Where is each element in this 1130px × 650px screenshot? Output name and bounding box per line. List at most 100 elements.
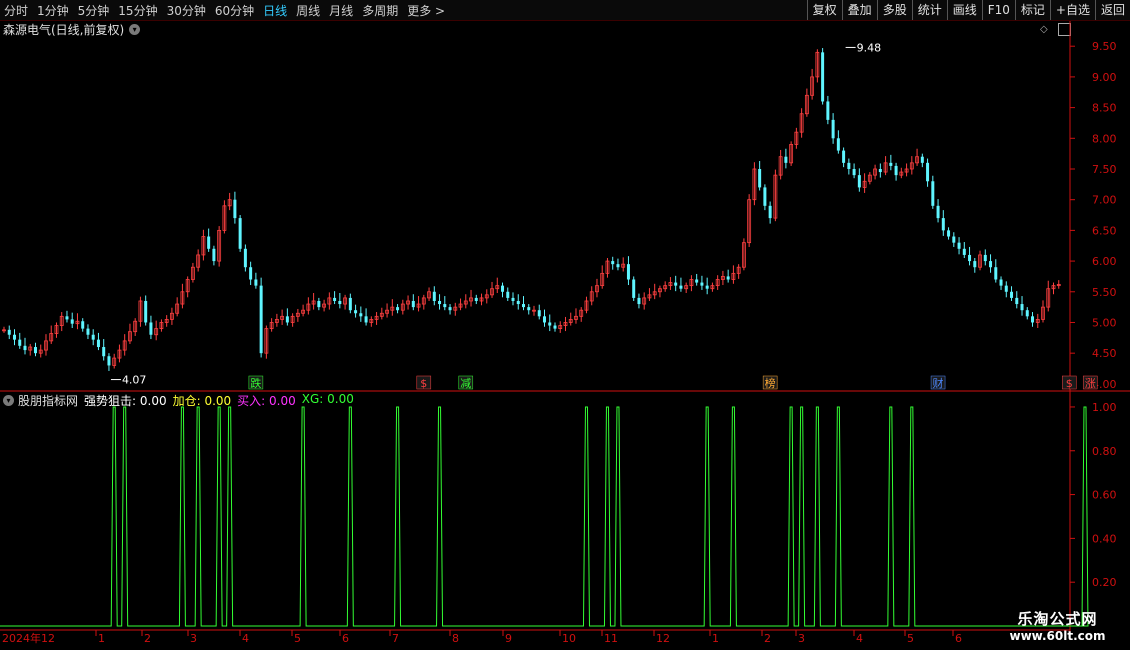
candle-body-104 <box>548 322 552 326</box>
candle-body-129 <box>679 285 683 289</box>
candle-body-58 <box>306 303 311 311</box>
candle-body-144 <box>758 168 762 188</box>
candle-body-92 <box>484 294 489 299</box>
candle-body-188 <box>989 261 993 268</box>
period-tab-4[interactable]: 30分钟 <box>167 2 206 19</box>
candle-body-152 <box>799 113 804 133</box>
event-marker-box-4 <box>930 375 946 390</box>
date-label-17: 5 <box>907 632 914 645</box>
candle-body-81 <box>427 291 431 299</box>
period-tab-0[interactable]: 分时 <box>4 2 28 19</box>
event-marker-3: 榜 <box>765 376 776 390</box>
period-tab-3[interactable]: 15分钟 <box>118 2 157 19</box>
chevron-down-icon[interactable]: ▾ <box>3 394 14 406</box>
date-label-5: 5 <box>294 632 301 645</box>
price-tick-label-7: 7.50 <box>1092 163 1117 176</box>
candle-body-42 <box>222 205 227 231</box>
candle-body-40 <box>212 248 216 262</box>
period-tab-5[interactable]: 60分钟 <box>215 2 254 19</box>
candle-body-192 <box>1010 291 1014 298</box>
candle-body-110 <box>579 309 584 317</box>
event-marker-box-1 <box>416 375 432 390</box>
candle-body-168 <box>883 162 888 173</box>
candle-body-180 <box>947 230 951 237</box>
candle-body-184 <box>968 254 972 262</box>
candle-body-135 <box>710 285 715 290</box>
date-label-13: 1 <box>712 632 719 645</box>
tool-button-4[interactable]: 画线 <box>946 0 982 20</box>
tool-button-8[interactable]: 返回 <box>1094 0 1130 20</box>
signal-line <box>0 406 1089 627</box>
candle-body-155 <box>815 51 820 78</box>
tool-button-5[interactable]: F10 <box>981 0 1015 20</box>
candle-body-189 <box>994 267 998 280</box>
period-tab-6[interactable]: 日线 <box>263 2 287 19</box>
candle-body-119 <box>626 264 630 280</box>
candle-body-72 <box>379 312 384 317</box>
candle-body-55 <box>290 315 295 323</box>
diamond-icon[interactable]: ◇ <box>1040 24 1048 35</box>
candle-body-118 <box>621 263 626 268</box>
candle-body-139 <box>731 272 736 280</box>
candle-body-101 <box>532 309 536 312</box>
candle-body-94 <box>495 285 500 290</box>
period-tab-8[interactable]: 月线 <box>329 2 353 19</box>
tool-button-6[interactable]: 标记 <box>1014 0 1050 20</box>
candle-body-121 <box>637 297 641 305</box>
candle-body-197 <box>1035 318 1040 323</box>
tool-button-3[interactable]: 统计 <box>911 0 947 20</box>
date-label-11: 11 <box>604 632 618 645</box>
tool-buttons: 复权 叠加 多股 统计 画线 F10 标记 +自选 返回 <box>806 0 1130 20</box>
price-tick-label-1: 4.50 <box>1092 347 1117 360</box>
stock-chart[interactable]: 4.00 4.50 5.00 5.50 6.00 6.50 7.00 7.50 8.00 8.50… <box>0 0 1130 650</box>
candle-body-146 <box>768 205 772 219</box>
indicator-values: 强势狙击: 0.00 加仓: 0.00 买入: 0.00 XG: 0.00 <box>84 392 360 409</box>
watermark-url: www.60lt.com <box>1009 629 1106 643</box>
candle-body-24 <box>128 331 132 342</box>
candle-body-176 <box>926 162 930 182</box>
candle-body-165 <box>867 174 872 182</box>
period-tab-9[interactable]: 多周期 <box>362 2 398 19</box>
chevron-down-icon[interactable]: ▾ <box>129 23 141 35</box>
period-tab-1[interactable]: 1分钟 <box>37 2 69 19</box>
watermark-title: 乐淘公式网 <box>1017 610 1098 628</box>
period-tab-10[interactable]: 更多 > <box>407 2 445 19</box>
date-label-9: 9 <box>505 632 512 645</box>
candle-body-137 <box>721 276 725 280</box>
candle-body-37 <box>196 254 201 268</box>
candle-body-41 <box>217 229 222 262</box>
tool-button-7[interactable]: +自选 <box>1049 0 1095 20</box>
period-toolbar: 分时 1分钟 5分钟 15分钟 30分钟 60分钟 日线 周线 月线 多周期 更多 > 复权 叠加 多股… <box>0 0 1130 21</box>
candle-body-97 <box>511 297 515 301</box>
date-label-18: 6 <box>955 632 962 645</box>
candle-body-93 <box>490 288 494 296</box>
candle-body-75 <box>396 307 400 311</box>
period-tab-2[interactable]: 5分钟 <box>78 2 110 19</box>
price-tick-label-0: 4.00 <box>1092 378 1117 391</box>
candle-body-12 <box>65 316 69 320</box>
candle-body-170 <box>894 165 898 176</box>
candle-body-115 <box>605 260 610 274</box>
candle-body-74 <box>390 306 395 311</box>
indicator-value-0: 强势狙击: 0.00 <box>84 393 167 408</box>
candle-body-86 <box>453 306 458 311</box>
candle-body-149 <box>784 156 788 163</box>
candle-body-35 <box>185 279 190 293</box>
tool-button-1[interactable]: 叠加 <box>841 0 877 20</box>
period-tab-7[interactable]: 周线 <box>296 2 320 19</box>
window-button-icon[interactable] <box>1058 23 1071 36</box>
candle-body-183 <box>962 248 966 255</box>
candle-body-164 <box>862 180 867 188</box>
event-marker-4: 财 <box>933 376 944 390</box>
candle-body-49 <box>259 285 263 354</box>
candle-body-89 <box>469 297 473 302</box>
candle-body-114 <box>600 272 605 287</box>
candle-body-199 <box>1046 288 1051 308</box>
candle-body-38 <box>201 236 206 256</box>
candle-body-107 <box>563 322 568 326</box>
tool-button-0[interactable]: 复权 <box>806 0 842 20</box>
candle-body-105 <box>553 325 557 329</box>
tool-button-2[interactable]: 多股 <box>876 0 912 20</box>
candle-body-5 <box>28 346 33 351</box>
candle-body-21 <box>112 357 117 366</box>
